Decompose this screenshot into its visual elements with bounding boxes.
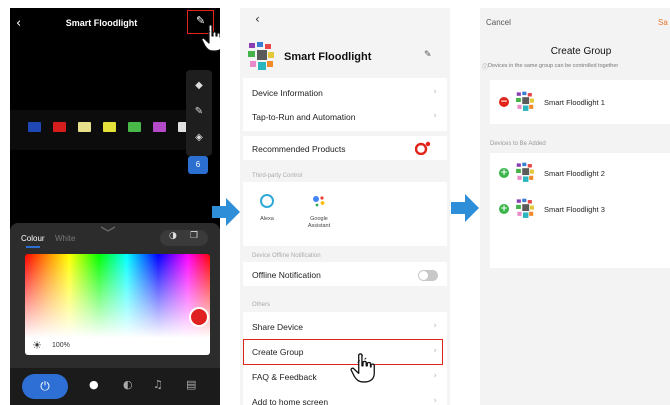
alexa-icon[interactable] — [259, 193, 275, 209]
recommended-icon — [415, 141, 431, 155]
bulb-tab-icon[interactable]: ● — [89, 378, 99, 391]
device-name: Smart Floodlight 2 — [544, 169, 605, 178]
chevron-right-icon: › — [433, 321, 437, 331]
cancel-button[interactable]: Cancel — [486, 18, 511, 27]
faq-feedback-item[interactable]: FAQ & Feedback — [252, 372, 317, 382]
device-name: Smart Floodlight 1 — [544, 98, 605, 107]
music-tab-icon[interactable]: ♫ — [153, 378, 163, 391]
back-button[interactable]: ‹ — [255, 12, 260, 26]
section-header: Device Offline Notification — [252, 253, 321, 259]
tap-to-run-item[interactable]: Tap-to-Run and Automation — [252, 112, 355, 122]
device-information-item[interactable]: Device Information — [252, 88, 323, 98]
create-group-screen: Cancel Sa Create Group ⓘ Devices in the … — [480, 8, 670, 405]
recommended-products-item[interactable]: Recommended Products — [252, 144, 346, 154]
recommended-card[interactable]: Recommended Products — [243, 136, 447, 160]
light-segment-chip[interactable] — [153, 122, 166, 132]
google-assistant-icon[interactable] — [311, 193, 327, 209]
light-segment-chip[interactable] — [78, 122, 91, 132]
hand-pointer-icon — [350, 353, 376, 383]
light-control-screen: ‹ Smart Floodlight ✎ ◆ ✎ ◈ 6 Colour Whit… — [10, 8, 220, 405]
light-segment-chip[interactable] — [53, 122, 66, 132]
group-description: Devices in the same group can be control… — [488, 63, 619, 69]
arrow-right-icon — [212, 198, 240, 226]
light-segment-chip[interactable] — [28, 122, 41, 132]
light-segment-chip[interactable] — [128, 122, 141, 132]
screen-title: Smart Floodlight — [65, 18, 138, 28]
offline-notification-toggle[interactable] — [418, 270, 438, 281]
brightness-bar[interactable]: ☀ 100% — [25, 338, 210, 355]
list-item: − Smart Floodlight 1 — [490, 91, 670, 113]
tab-colour[interactable]: Colour — [21, 234, 45, 243]
floodlight-icon — [514, 198, 536, 220]
active-tab-indicator — [26, 246, 40, 248]
add-to-home-item[interactable]: Add to home screen — [252, 397, 328, 405]
section-header: Third-party Control — [252, 173, 303, 179]
chevron-right-icon: › — [433, 371, 437, 381]
create-group-highlight[interactable] — [243, 339, 443, 365]
add-device-button[interactable]: + — [499, 204, 509, 214]
group-members-card: − Smart Floodlight 1 — [490, 80, 670, 124]
light-segment-chip[interactable] — [103, 122, 116, 132]
floodlight-icon — [246, 41, 276, 73]
offline-card: Offline Notification — [243, 262, 447, 286]
list-item: + Smart Floodlight 2 — [490, 162, 670, 184]
add-device-button[interactable]: + — [499, 168, 509, 178]
bottom-tab-bar: ⏻ ● ◐ ♫ ▤ — [10, 368, 220, 405]
chevron-right-icon: › — [433, 111, 437, 121]
sun-icon: ☀ — [32, 339, 42, 352]
scene-tab-icon[interactable]: ◐ — [123, 378, 133, 391]
paint-bucket-icon[interactable]: ◆ — [186, 80, 212, 91]
copy-icon[interactable]: ❐ — [190, 231, 198, 241]
color-picker[interactable] — [25, 254, 210, 338]
paint-toolbar: ◆ ✎ ◈ — [186, 70, 212, 156]
section-header: Others — [252, 302, 271, 308]
chevron-down-icon[interactable] — [100, 226, 116, 232]
device-name: Smart Floodlight — [284, 51, 372, 63]
hand-pointer-icon — [201, 24, 220, 52]
pencil-icon[interactable]: ✎ — [424, 50, 432, 60]
timer-tab-icon[interactable]: ▤ — [186, 378, 196, 391]
list-item: + Smart Floodlight 3 — [490, 198, 670, 220]
share-device-item[interactable]: Share Device — [252, 322, 303, 332]
device-settings-screen: ‹ Smart Floodlight ✎ Device Information … — [240, 8, 450, 405]
segment-count-badge[interactable]: 6 — [188, 156, 208, 174]
eraser-icon[interactable]: ◈ — [186, 132, 212, 143]
brush-icon[interactable]: ✎ — [186, 106, 212, 117]
tab-white[interactable]: White — [55, 234, 75, 243]
remove-device-button[interactable]: − — [499, 97, 509, 107]
mode-toggle-group: ◑ ❐ — [160, 230, 208, 246]
page-title: Create Group — [550, 46, 612, 57]
offline-notification-item: Offline Notification — [252, 270, 321, 280]
settings-card-top: Device Information › Tap-to-Run and Auto… — [243, 78, 447, 131]
chevron-right-icon: › — [433, 396, 437, 405]
power-button[interactable]: ⏻ — [22, 374, 68, 399]
arrow-right-icon — [451, 194, 479, 222]
brightness-value: 100% — [52, 342, 70, 349]
alexa-label: Alexa — [260, 216, 274, 222]
save-button[interactable]: Sa — [658, 18, 668, 27]
google-assistant-label: Google Assistant — [307, 216, 331, 229]
color-picker-knob[interactable] — [189, 307, 209, 327]
floodlight-icon — [514, 162, 536, 184]
palette-mode-icon[interactable]: ◑ — [169, 231, 177, 241]
third-party-card: Alexa Google Assistant — [243, 182, 447, 246]
device-name: Smart Floodlight 3 — [544, 205, 605, 214]
section-header: Devices to Be Added — [490, 141, 546, 147]
devices-to-add-card: + Smart Floodlight 2 + Smart Floodlight … — [490, 153, 670, 268]
chevron-right-icon: › — [433, 87, 437, 97]
floodlight-icon — [514, 91, 536, 113]
